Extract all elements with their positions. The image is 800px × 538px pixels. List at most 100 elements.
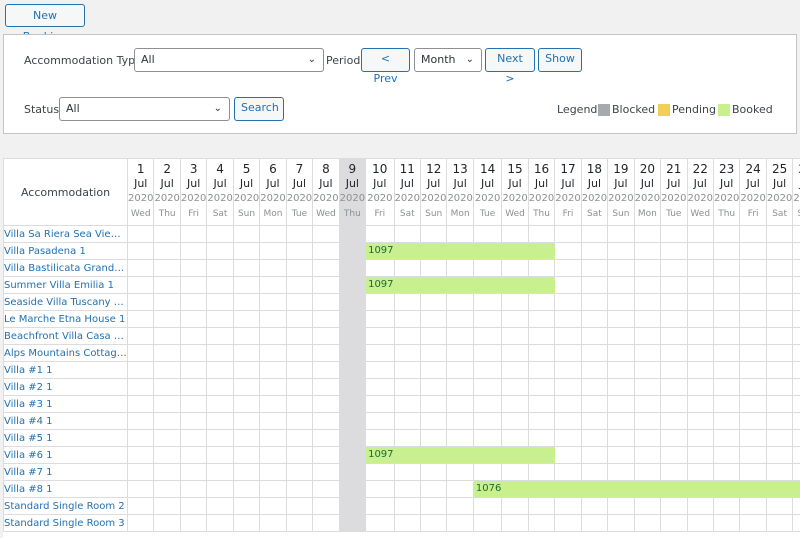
day-cell[interactable]	[712, 446, 741, 464]
day-cell[interactable]	[393, 412, 421, 430]
day-cell[interactable]	[792, 497, 800, 515]
accommodation-link[interactable]: Villa #5 1	[3, 429, 128, 447]
day-cell[interactable]	[153, 514, 181, 532]
day-cell[interactable]	[206, 344, 234, 362]
day-cell[interactable]	[312, 344, 340, 362]
day-cell[interactable]	[285, 497, 314, 515]
day-cell[interactable]	[660, 242, 688, 260]
day-cell[interactable]	[206, 293, 234, 311]
day-cell[interactable]	[365, 497, 395, 515]
booking-cell[interactable]	[419, 276, 448, 294]
booking-cell[interactable]	[501, 480, 529, 498]
accommodation-type-select[interactable]: All ⌄	[134, 48, 324, 72]
day-cell[interactable]	[365, 514, 395, 532]
day-cell[interactable]	[792, 225, 800, 243]
day-cell[interactable]	[501, 378, 529, 396]
day-cell[interactable]	[792, 463, 800, 481]
day-cell[interactable]	[765, 293, 794, 311]
day-cell[interactable]	[153, 259, 181, 277]
day-cell[interactable]	[527, 497, 556, 515]
accommodation-link[interactable]: Villa #1 1	[3, 361, 128, 379]
day-cell[interactable]	[259, 327, 287, 345]
day-cell[interactable]	[607, 497, 635, 515]
day-cell[interactable]	[393, 378, 421, 396]
day-cell[interactable]	[312, 429, 340, 447]
day-cell[interactable]	[712, 497, 741, 515]
day-cell[interactable]	[259, 429, 287, 447]
day-cell[interactable]	[153, 497, 181, 515]
day-cell[interactable]	[259, 242, 287, 260]
booking-cell[interactable]	[633, 480, 662, 498]
accommodation-link[interactable]: Beachfront Villa Casa Au...	[3, 327, 128, 345]
day-cell[interactable]	[660, 276, 688, 294]
day-cell[interactable]	[739, 276, 767, 294]
day-cell[interactable]	[554, 225, 582, 243]
day-cell[interactable]	[179, 344, 208, 362]
day-cell[interactable]	[419, 361, 448, 379]
day-cell[interactable]	[285, 242, 314, 260]
day-cell[interactable]	[365, 429, 395, 447]
day-cell[interactable]	[393, 395, 421, 413]
day-cell[interactable]	[472, 429, 503, 447]
day-cell[interactable]	[739, 514, 767, 532]
day-cell[interactable]	[554, 395, 582, 413]
day-cell[interactable]	[179, 293, 208, 311]
day-cell[interactable]	[338, 497, 367, 515]
day-cell[interactable]	[232, 344, 261, 362]
day-cell[interactable]	[179, 395, 208, 413]
accommodation-link[interactable]: Villa #3 1	[3, 395, 128, 413]
day-cell[interactable]	[739, 293, 767, 311]
day-cell[interactable]	[285, 225, 314, 243]
day-cell[interactable]	[126, 276, 155, 294]
day-cell[interactable]	[686, 259, 714, 277]
day-cell[interactable]	[580, 429, 609, 447]
day-cell[interactable]	[419, 344, 448, 362]
day-cell[interactable]	[739, 327, 767, 345]
day-cell[interactable]	[765, 344, 794, 362]
day-cell[interactable]	[660, 327, 688, 345]
day-cell[interactable]	[259, 276, 287, 294]
day-cell[interactable]	[179, 446, 208, 464]
day-cell[interactable]	[527, 378, 556, 396]
day-cell[interactable]	[338, 378, 367, 396]
day-cell[interactable]	[580, 497, 609, 515]
day-cell[interactable]	[633, 361, 662, 379]
day-cell[interactable]	[527, 327, 556, 345]
day-cell[interactable]	[607, 378, 635, 396]
day-cell[interactable]	[232, 310, 261, 328]
day-cell[interactable]	[338, 225, 367, 243]
day-cell[interactable]	[712, 310, 741, 328]
day-cell[interactable]	[285, 395, 314, 413]
day-cell[interactable]	[765, 327, 794, 345]
day-cell[interactable]	[765, 412, 794, 430]
day-cell[interactable]	[580, 327, 609, 345]
booking-cell[interactable]: 1076	[472, 480, 503, 498]
day-cell[interactable]	[554, 497, 582, 515]
day-cell[interactable]	[527, 259, 556, 277]
booking-cell[interactable]	[554, 480, 582, 498]
day-cell[interactable]	[792, 276, 800, 294]
day-cell[interactable]	[179, 225, 208, 243]
day-cell[interactable]	[312, 225, 340, 243]
day-cell[interactable]	[712, 463, 741, 481]
day-cell[interactable]	[232, 429, 261, 447]
booking-cell[interactable]	[446, 242, 474, 260]
day-cell[interactable]	[285, 412, 314, 430]
day-cell[interactable]	[126, 412, 155, 430]
accommodation-link[interactable]: Villa Bastilicata Grande 1	[3, 259, 128, 277]
day-cell[interactable]	[365, 463, 395, 481]
day-cell[interactable]	[527, 395, 556, 413]
day-cell[interactable]	[765, 225, 794, 243]
booking-cell[interactable]: 1097	[365, 276, 395, 294]
day-cell[interactable]	[206, 446, 234, 464]
day-cell[interactable]	[153, 412, 181, 430]
day-cell[interactable]	[446, 344, 474, 362]
day-cell[interactable]	[712, 378, 741, 396]
day-cell[interactable]	[419, 395, 448, 413]
day-cell[interactable]	[259, 293, 287, 311]
day-cell[interactable]	[338, 259, 367, 277]
day-cell[interactable]	[126, 463, 155, 481]
day-cell[interactable]	[206, 480, 234, 498]
day-cell[interactable]	[712, 344, 741, 362]
day-cell[interactable]	[554, 446, 582, 464]
